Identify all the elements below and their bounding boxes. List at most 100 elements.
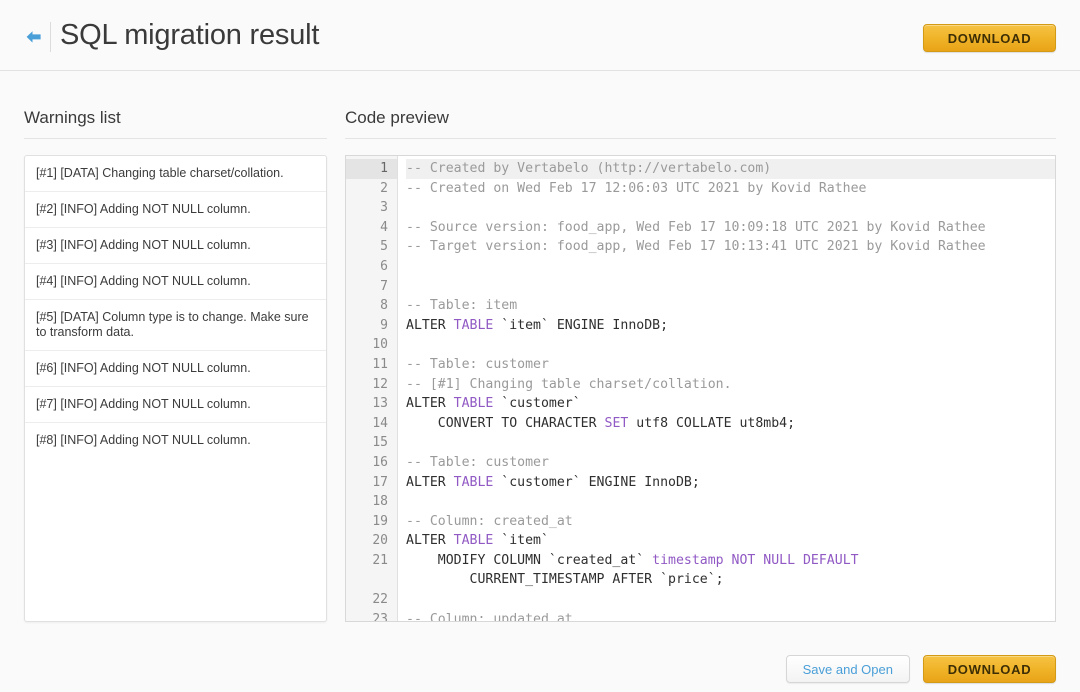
warnings-section-title: Warnings list [24,108,121,127]
line-number: 22 [372,592,388,608]
code-line: -- Table: customer [406,355,1055,375]
code-line: ALTER TABLE `customer` [406,394,1055,414]
line-number: 1 [346,159,397,179]
line-number: 7 [380,278,388,294]
line-number: 11 [372,356,388,372]
code-token-comment: -- [#1] Changing table charset/collation… [406,376,732,392]
line-number: 19 [372,513,388,529]
code-token-plain: `customer` [493,396,581,412]
code-token-plain: `customer` ENGINE InnoDB; [493,474,700,490]
code-token-kw: timestamp NOT NULL DEFAULT [652,552,859,568]
warning-list-item[interactable]: [#7] [INFO] Adding NOT NULL column. [25,387,326,423]
line-number: 13 [372,396,388,412]
code-token-comment: -- Table: customer [406,356,549,372]
code-line: CONVERT TO CHARACTER SET utf8 COLLATE ut… [406,414,1055,434]
code-token-plain: CURRENT_TIMESTAMP AFTER `price`; [406,572,724,588]
line-number: 23 [372,611,388,622]
line-number: 5 [380,239,388,255]
code-token-plain: CONVERT TO CHARACTER [406,415,605,431]
line-number: 15 [372,435,388,451]
code-token-kw: TABLE [453,474,494,490]
warnings-list-panel[interactable]: [#1] [DATA] Changing table charset/colla… [24,155,327,622]
code-line: CURRENT_TIMESTAMP AFTER `price`; [406,570,1055,590]
code-line: ALTER TABLE `item` ENGINE InnoDB; [406,316,1055,336]
warning-list-item[interactable]: [#4] [INFO] Adding NOT NULL column. [25,264,326,300]
code-line: -- Table: item [406,296,1055,316]
code-token-plain: `item` [493,533,549,549]
code-token-kw: TABLE [453,533,494,549]
line-number: 20 [372,533,388,549]
header-vertical-divider [50,22,51,52]
line-number: 21 [372,552,388,568]
line-number: 12 [372,376,388,392]
line-number: 6 [380,258,388,274]
code-token-comment: -- Source version: food_app, Wed Feb 17 … [406,219,986,235]
code-token-comment: -- Target version: food_app, Wed Feb 17 … [406,239,986,255]
code-line: -- Target version: food_app, Wed Feb 17 … [406,237,1055,257]
warning-list-item[interactable]: [#6] [INFO] Adding NOT NULL column. [25,351,326,387]
code-line: -- Column: updated_at [406,610,1055,621]
warnings-section-divider [24,138,327,139]
code-token-plain: ALTER [406,533,454,549]
code-line: ALTER TABLE `item` [406,531,1055,551]
warning-list-item[interactable]: [#8] [INFO] Adding NOT NULL column. [25,423,326,458]
code-token-plain: utf8 COLLATE ut8mb4; [628,415,796,431]
line-number: 17 [372,474,388,490]
page-header: SQL migration result DOWNLOAD [0,0,1080,71]
code-section-divider [345,138,1056,139]
code-token-kw: TABLE [453,317,494,333]
code-token-plain: ALTER [406,474,454,490]
line-number: 16 [372,454,388,470]
code-preview-panel[interactable]: 1 2 3 4 5 6 7 8 9 10 11 12 13 14 15 16 17 18 19 20 21 22 23 --… [345,155,1056,622]
download-button-top[interactable]: DOWNLOAD [923,24,1056,52]
code-token-comment: -- Table: customer [406,454,549,470]
line-number: 2 [380,180,388,196]
code-line: -- Created on Wed Feb 17 12:06:03 UTC 20… [406,179,1055,199]
code-line: -- Source version: food_app, Wed Feb 17 … [406,218,1055,238]
code-line: ALTER TABLE `customer` ENGINE InnoDB; [406,473,1055,493]
line-number: 3 [380,200,388,216]
warning-list-item[interactable]: [#2] [INFO] Adding NOT NULL column. [25,192,326,228]
code-token-kw: TABLE [453,396,494,412]
code-token-comment: -- Table: item [406,298,518,314]
code-token-comment: -- Column: updated_at [406,611,573,621]
download-button-bottom[interactable]: DOWNLOAD [923,655,1056,683]
code-token-plain: ALTER [406,396,454,412]
code-token-kw: SET [604,415,629,431]
code-token-plain: ALTER [406,317,454,333]
line-number: 10 [372,337,388,353]
code-line: -- Created by Vertabelo (http://vertabel… [406,159,1055,179]
line-number: 18 [372,494,388,510]
line-number: 14 [372,415,388,431]
back-arrow-icon[interactable] [24,28,44,46]
code-token-comment: -- Created by Vertabelo (http://vertabel… [406,161,772,176]
code-line: MODIFY COLUMN `created_at` timestamp NOT… [406,551,1055,571]
save-and-open-button[interactable]: Save and Open [785,655,910,683]
warning-list-item[interactable]: [#5] [DATA] Column type is to change. Ma… [25,300,326,351]
warning-list-item[interactable]: [#1] [DATA] Changing table charset/colla… [25,156,326,192]
code-line: -- [#1] Changing table charset/collation… [406,375,1055,395]
line-number [346,570,397,590]
footer-actions: Save and Open DOWNLOAD [785,655,1056,683]
line-number: 8 [380,298,388,314]
code-token-plain: MODIFY COLUMN `created_at` [406,552,653,568]
code-text-area[interactable]: -- Created by Vertabelo (http://vertabel… [398,156,1055,621]
page-title: SQL migration result [60,19,320,51]
line-number: 4 [380,219,388,235]
code-token-comment: -- Column: created_at [406,513,573,529]
code-section-title: Code preview [345,108,449,127]
code-line: -- Table: customer [406,453,1055,473]
code-line: -- Column: created_at [406,512,1055,532]
line-number-gutter: 1 2 3 4 5 6 7 8 9 10 11 12 13 14 15 16 17 18 19 20 21 22 23 [346,156,398,621]
line-number: 9 [380,317,388,333]
code-token-comment: -- Created on Wed Feb 17 12:06:03 UTC 20… [406,180,867,196]
code-token-plain: `item` ENGINE InnoDB; [493,317,669,333]
warning-list-item[interactable]: [#3] [INFO] Adding NOT NULL column. [25,228,326,264]
